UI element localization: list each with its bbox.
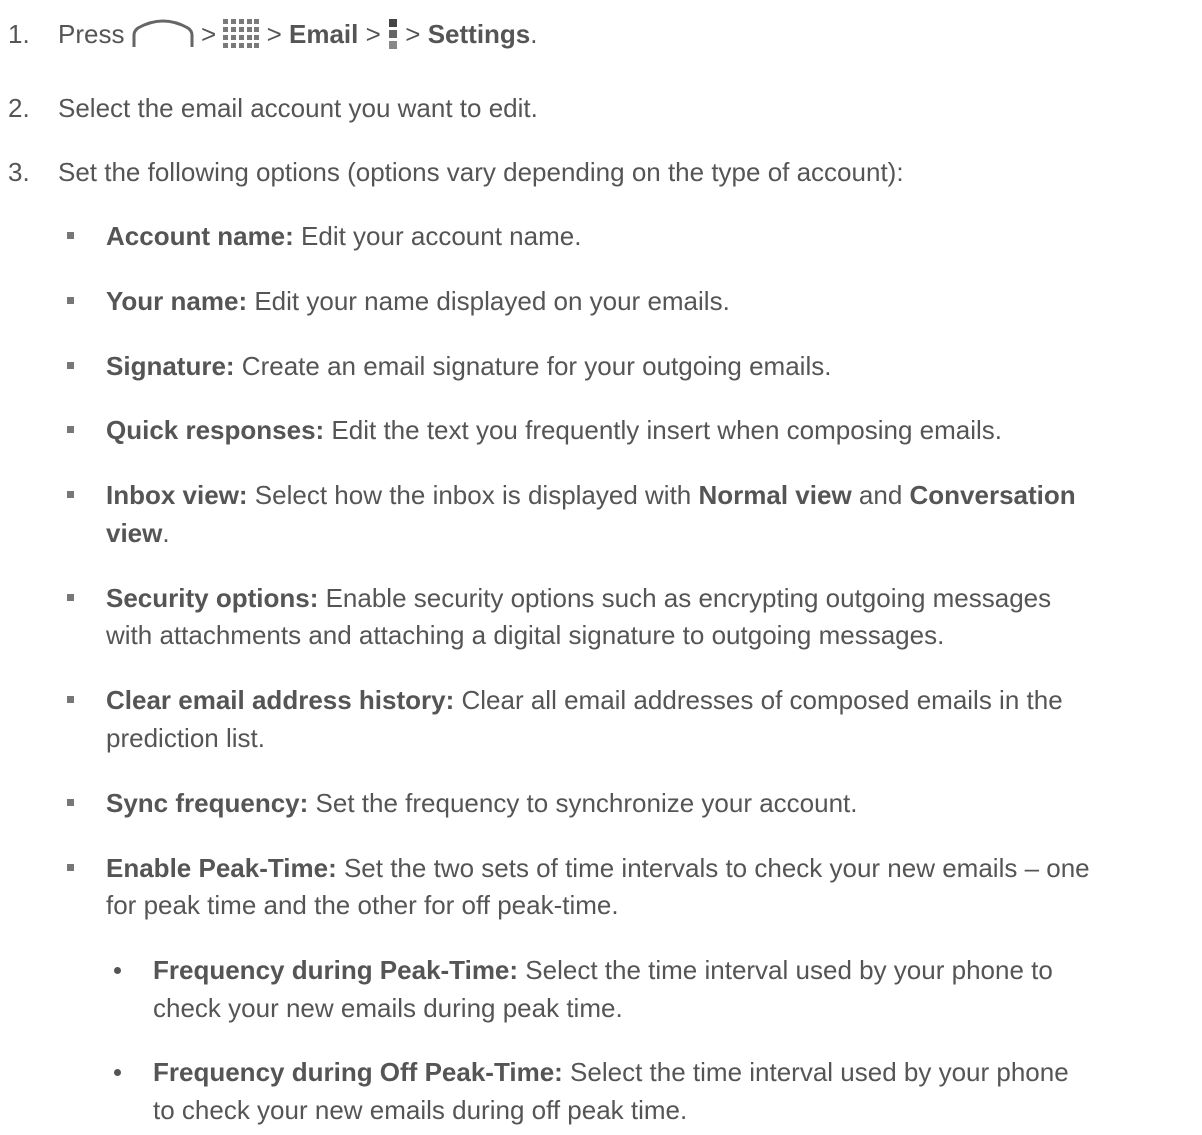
bullet-square (67, 297, 74, 304)
option-desc: Enable security options such as encrypti… (318, 583, 1052, 613)
sub-option-label: Frequency during Peak-Time: (153, 955, 519, 985)
option-desc: Set the two sets of time intervals to ch… (336, 853, 1090, 883)
bullet-square (67, 799, 74, 806)
bullet-square (67, 232, 74, 239)
step-number: 1. (8, 19, 30, 49)
option-desc-cont: for peak time and the other for off peak… (106, 890, 619, 920)
option-desc-cont: prediction list. (106, 723, 265, 753)
option-desc: Edit the text you frequently insert when… (324, 415, 1002, 445)
option-label: Security options: (106, 583, 319, 613)
sub-option-desc: Select the time interval used by your ph… (562, 1057, 1069, 1087)
step-number: 3. (8, 157, 30, 187)
bullet-square (67, 362, 74, 369)
bullet-square (67, 864, 74, 871)
option-desc: Clear all email addresses of composed em… (454, 685, 1063, 715)
step-text: Select the email account you want to edi… (58, 93, 538, 123)
home-icon (132, 17, 194, 57)
option-label: Clear email address history: (106, 685, 455, 715)
option-desc-cont: with attachments and attaching a digital… (106, 620, 945, 650)
apps-grid-icon (223, 19, 260, 57)
option-label: Account name: (106, 221, 294, 251)
option-label: Signature: (106, 351, 235, 381)
bullet-dot (114, 1069, 121, 1076)
option-desc: Edit your account name. (293, 221, 582, 251)
option-label: Inbox view: (106, 480, 248, 510)
bullet-square (67, 426, 74, 433)
option-label: Enable Peak-Time: (106, 853, 337, 883)
bullet-square (67, 491, 74, 498)
sub-option-label: Frequency during Off Peak-Time: (153, 1057, 563, 1087)
bullet-square (67, 594, 74, 601)
step-text: Set the following options (options vary … (58, 157, 904, 187)
step-text: Press > > Email > > Settings. (58, 17, 538, 57)
sub-option-desc-cont: check your new emails during peak time. (153, 993, 623, 1023)
bullet-square (67, 696, 74, 703)
menu-icon (388, 19, 398, 57)
option-label: Quick responses: (106, 415, 325, 445)
option-desc: Set the frequency to synchronize your ac… (308, 788, 858, 818)
option-label: Sync frequency: (106, 788, 309, 818)
option-desc: Create an email signature for your outgo… (234, 351, 832, 381)
option-desc: Edit your name displayed on your emails. (247, 286, 730, 316)
sub-option-desc-cont: to check your new emails during off peak… (153, 1095, 688, 1125)
step-number: 2. (8, 93, 30, 123)
sub-option-desc: Select the time interval used by your ph… (518, 955, 1053, 985)
option-label: Your name: (106, 286, 248, 316)
bullet-dot (114, 967, 121, 974)
